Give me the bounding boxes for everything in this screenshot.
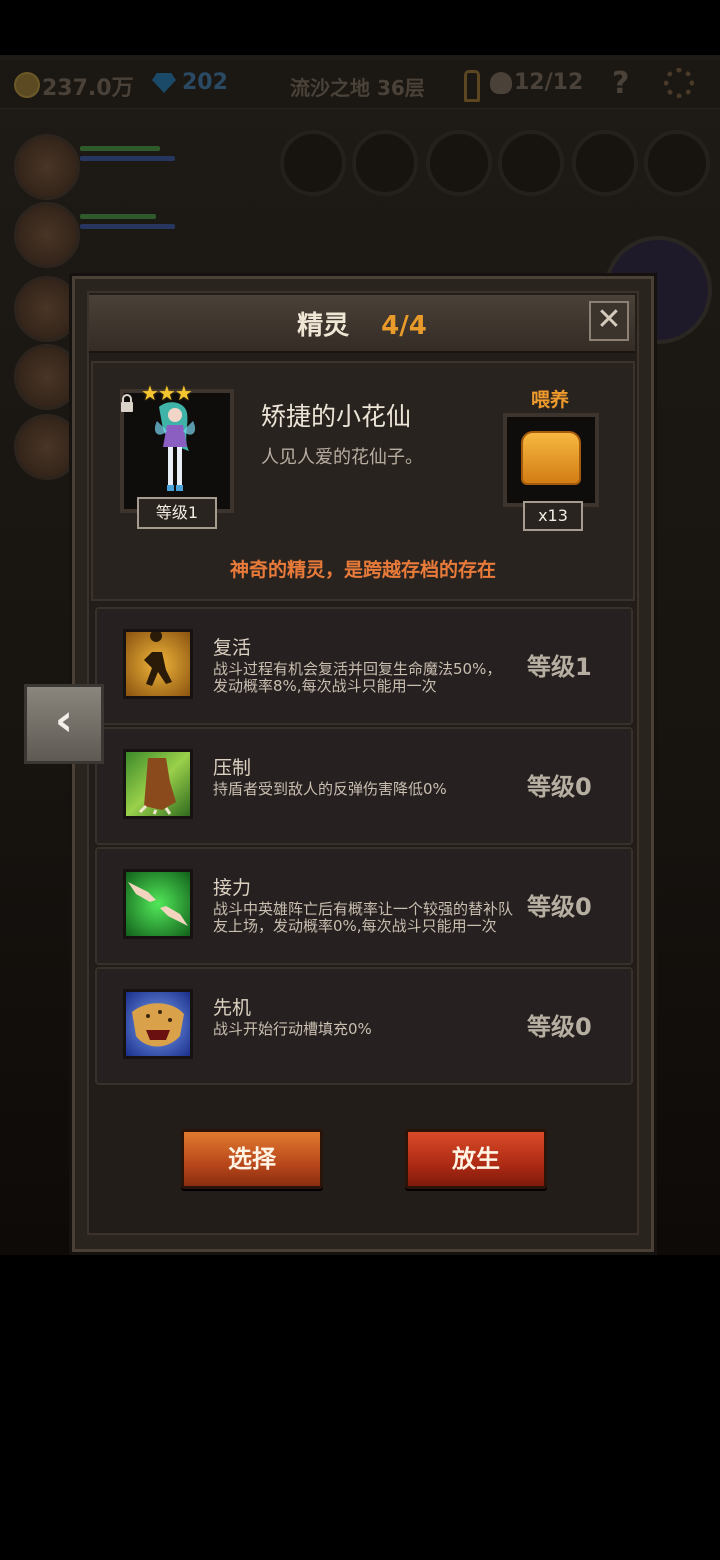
panel-title-text: 精灵 xyxy=(297,311,350,341)
skill-description: 战斗中英雄阵亡后有概率让一个较强的替补队友上场，发动概率0%,每次战斗只能用一次 xyxy=(213,900,514,935)
equipment-slot[interactable] xyxy=(280,130,346,196)
hands-relay-icon xyxy=(123,869,193,939)
skill-row: 压制 持盾者受到敌人的反弹伤害降低0% 等级0 xyxy=(95,727,633,845)
skill-level: 等级1 xyxy=(527,653,592,681)
release-button[interactable]: 放生 xyxy=(405,1129,547,1189)
equipment-slot[interactable] xyxy=(352,130,418,196)
lock-icon xyxy=(121,394,133,412)
hero-portrait-1[interactable] xyxy=(14,134,80,200)
select-button[interactable]: 选择 xyxy=(181,1129,323,1189)
keys-count: 12/12 xyxy=(514,70,584,95)
equipment-slot[interactable] xyxy=(426,130,492,196)
skill-row: 接力 战斗中英雄阵亡后有概率让一个较强的替补队友上场，发动概率0%,每次战斗只能… xyxy=(95,847,633,965)
gold-amount: 237.0万 xyxy=(42,76,134,101)
leopard-icon xyxy=(123,989,193,1059)
fairy-sprite xyxy=(154,402,196,491)
bread-icon xyxy=(521,431,581,485)
skill-name: 压制 xyxy=(213,757,252,779)
skill-level: 等级0 xyxy=(527,893,592,921)
skull-icon xyxy=(490,72,512,94)
feed-label: 喂养 xyxy=(531,389,570,411)
close-button[interactable]: ✕ xyxy=(589,301,629,341)
spirit-count: 4/4 xyxy=(381,311,427,341)
spirit-name: 矫捷的小花仙 xyxy=(261,402,412,431)
gem-icon xyxy=(152,73,176,93)
equipment-slot[interactable] xyxy=(572,130,638,196)
equipment-slot[interactable] xyxy=(498,130,564,196)
help-button[interactable]: ? xyxy=(612,66,629,101)
hero-mp-bar xyxy=(80,224,175,229)
skill-level: 等级0 xyxy=(527,773,592,801)
hero-hp-bar xyxy=(80,146,160,151)
top-status-bar: 237.0万 202 流沙之地 36层 12/12 ? xyxy=(0,60,720,109)
hero-hp-bar xyxy=(80,214,156,219)
gem-amount: 202 xyxy=(182,70,228,95)
location-label: 流沙之地 36层 xyxy=(290,76,425,100)
skill-row: 复活 战斗过程有机会复活并回复生命魔法50%，发动概率8%,每次战斗只能用一次 … xyxy=(95,607,633,725)
spirit-description: 人见人爱的花仙子。 xyxy=(261,447,423,468)
panel-title-bar: 精灵 4/4 xyxy=(89,295,635,353)
hero-portrait-2[interactable] xyxy=(14,202,80,268)
back-arrow-button[interactable]: ‹ xyxy=(24,684,104,764)
spirit-level-badge: 等级1 xyxy=(137,497,217,529)
hero-portrait-4[interactable] xyxy=(14,344,80,410)
gold-coin-icon xyxy=(14,72,40,98)
skill-description: 持盾者受到敌人的反弹伤害降低0% xyxy=(213,780,447,798)
revive-silhouette-icon xyxy=(123,629,193,699)
beast-claw-icon xyxy=(123,749,193,819)
key-icon xyxy=(464,70,480,102)
skill-name: 接力 xyxy=(213,877,252,899)
panel-title: 精灵 4/4 xyxy=(89,305,635,342)
spirit-tagline: 神奇的精灵，是跨越存档的存在 xyxy=(229,559,496,581)
equipment-slot[interactable] xyxy=(644,130,710,196)
skill-name: 先机 xyxy=(213,997,252,1019)
hero-portrait-5[interactable] xyxy=(14,414,80,480)
skill-name: 复活 xyxy=(213,637,252,659)
hero-portrait-3[interactable] xyxy=(14,276,80,342)
spirit-panel: 精灵 4/4 ✕ ★★★ 等级1 矫捷的小花仙 人见人爱的花仙子。 喂养 x13 … xyxy=(72,276,654,1252)
rarity-stars: ★★★ xyxy=(141,381,193,405)
feed-item-count: x13 xyxy=(523,501,583,531)
skill-row: 先机 战斗开始行动槽填充0% 等级0 xyxy=(95,967,633,1085)
skill-level: 等级0 xyxy=(527,1013,592,1041)
skill-description: 战斗过程有机会复活并回复生命魔法50%，发动概率8%,每次战斗只能用一次 xyxy=(213,660,502,695)
gear-icon[interactable] xyxy=(664,68,694,98)
skill-description: 战斗开始行动槽填充0% xyxy=(213,1020,372,1038)
hero-mp-bar xyxy=(80,156,175,161)
